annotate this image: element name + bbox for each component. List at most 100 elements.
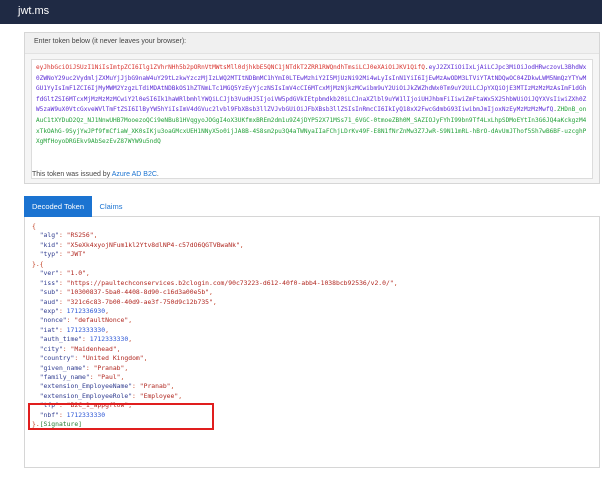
decoded-token-json: { "alg": "RS256", "kid": "X5eXk4xyojNFum… [32,222,592,430]
claim-value: "10300837-5ba0-4408-8d90-c16d3a00e5b" [66,288,210,297]
claim-key: "family_name" [39,373,90,381]
app-title[interactable]: jwt.ms [18,5,49,17]
claim-value: "https://paultechconservices.b2clogin.co… [66,278,394,287]
claim-value: 1712333330 [66,325,106,334]
punctuation: : [58,297,67,306]
punctuation: , [209,288,213,297]
punctuation: , [128,335,133,344]
issuer-suffix: . [156,171,159,178]
claim-key: "country" [39,354,75,363]
claim-value: "Employee" [139,391,179,400]
claim-value: "United Kingdom" [82,354,144,363]
claim-line: "sub": "10300837-5ba0-4408-8d90-c16d3a00… [32,288,592,297]
claim-value: "Maidenhead" [70,344,117,353]
claim-key: "given_name" [39,363,86,372]
encoded-payload-segment: eyJ2ZXIiOiIxLjAiLCJpc3MiOiJodHRwczovL3Bh… [36,64,587,114]
claim-line: "aud": "321c6c83-7b00-40d9-ae3f-750d9c12… [32,298,592,307]
claim-key: "exp" [39,306,59,315]
punctuation: : [132,391,140,400]
issuer-label: This token was issued by [32,171,111,178]
claim-value: "1.0" [66,269,86,278]
claim-value: "X5eXk4xyojNFum1kl2Ytv8dlNP4-c57dO6QGTVB… [66,240,240,249]
claim-key: "typ" [39,250,59,259]
claim-line: "kid": "X5eXk4xyojNFum1kl2Ytv8dlNP4-c57d… [32,241,592,250]
punctuation: : [58,325,67,334]
claim-line: "family_name": "Paul", [32,373,592,382]
claim-line: "iat": 1712333330, [32,326,592,335]
punctuation: : [58,269,67,278]
claim-value: "Pranab" [93,363,125,372]
encoded-header-segment: eyJhbGciOiJSUzI1NiIsImtpZCI6Ilg1ZVhrNHh5… [36,64,425,71]
claim-value: 1712336930 [66,306,106,315]
claim-key: "alg" [39,231,59,240]
claim-line: "ver": "1.0", [32,269,592,278]
punctuation: : [85,363,94,372]
punctuation: : [58,231,67,240]
punctuation: , [93,231,98,240]
punctuation: : [132,382,140,391]
punctuation: , [124,363,129,372]
claim-value: "321c6c83-7b00-40d9-ae3f-750d9c12b735" [66,297,213,306]
tab-claims[interactable]: Claims [94,196,128,217]
claim-line: "iss": "https://paultechconservices.b2cl… [32,279,592,288]
issuer-link[interactable]: Azure AD B2C [112,171,157,178]
decoded-token-panel: { "alg": "RS256", "kid": "X5eXk4xyojNFum… [24,217,600,468]
claim-line: "extension_EmployeeName": "Pranab", [32,382,592,391]
json-line: }.{ [32,260,592,269]
punctuation: , [178,391,183,400]
punctuation: : [58,250,67,259]
token-input-panel: Enter token below (it never leaves your … [24,32,600,184]
json-line: { [32,222,592,231]
punctuation: , [128,316,133,325]
claim-key: "iss" [39,278,59,287]
issuer-info: This token was issued by Azure AD B2C. [24,166,600,185]
claim-line: "auth_time": 1712333330, [32,335,592,344]
claim-value: "Pranab" [139,382,171,391]
claim-line: "typ": "JWT" [32,250,592,259]
claim-value: "defaultNonce" [74,316,129,325]
punctuation: , [85,269,90,278]
claim-line: "nonce": "defaultNonce", [32,316,592,325]
result-tabs: Decoded Token Claims [24,196,600,217]
punctuation: , [143,354,148,363]
punctuation: , [120,373,125,381]
punctuation: , [116,344,121,353]
claim-key: "city" [39,344,63,353]
claim-line: "given_name": "Pranab", [32,364,592,373]
claim-key: "extension_EmployeeRole" [39,391,133,400]
highlight-box [28,403,214,430]
claim-value: "RS256" [66,231,94,240]
claim-key: "auth_time" [39,335,83,344]
claim-key: "kid" [39,240,59,249]
claim-key: "iat" [39,325,59,334]
tab-decoded-token[interactable]: Decoded Token [24,196,92,217]
punctuation: , [239,240,244,249]
claim-value: "JWT" [66,250,86,259]
claim-key: "nonce" [39,316,67,325]
punctuation: , [212,297,217,306]
token-input[interactable]: eyJhbGciOiJSUzI1NiIsImtpZCI6Ilg1ZVhrNHh5… [31,59,593,179]
punctuation: , [170,382,175,391]
punctuation: , [105,325,109,334]
claim-line: "extension_EmployeeRole": "Employee", [32,392,592,401]
claim-line: "alg": "RS256", [32,231,592,240]
issuer-text: This token was issued by Azure AD B2C. [32,171,159,178]
punctuation: : [58,278,67,287]
punctuation: : [58,306,67,315]
punctuation: : [82,335,90,344]
brace-separator: }.{ [32,259,44,268]
app-header: jwt.ms [0,0,602,24]
token-panel-heading: Enter token below (it never leaves your … [34,38,187,45]
